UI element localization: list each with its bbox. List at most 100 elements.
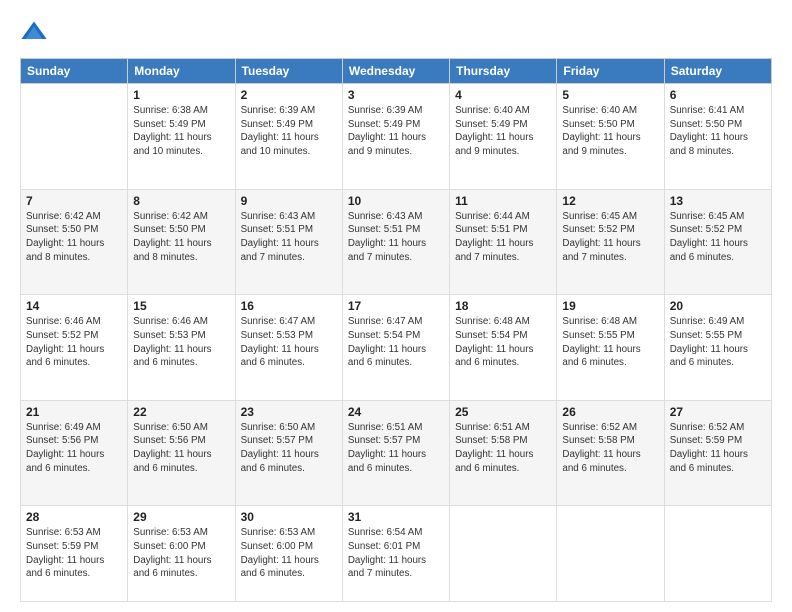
logo xyxy=(20,18,52,46)
day-number: 21 xyxy=(26,405,122,419)
calendar-cell: 20 Sunrise: 6:49 AMSunset: 5:55 PMDayligh… xyxy=(664,295,771,401)
generalblue-icon xyxy=(20,18,48,46)
cell-info: Sunrise: 6:51 AMSunset: 5:57 PMDaylight:… xyxy=(348,421,444,476)
day-number: 2 xyxy=(241,88,337,102)
calendar-cell: 2 Sunrise: 6:39 AMSunset: 5:49 PMDaylight… xyxy=(235,84,342,190)
cell-info: Sunrise: 6:39 AMSunset: 5:49 PMDaylight:… xyxy=(348,104,444,159)
cell-info: Sunrise: 6:49 AMSunset: 5:55 PMDaylight:… xyxy=(670,315,766,370)
calendar-cell: 14Sunrise: 6:46 AMSunset: 5:52 PMDayligh… xyxy=(21,295,128,401)
calendar-cell: 24Sunrise: 6:51 AMSunset: 5:57 PMDayligh… xyxy=(342,400,449,506)
day-number: 31 xyxy=(348,510,444,524)
day-number: 16 xyxy=(241,299,337,313)
day-number: 25 xyxy=(455,405,551,419)
calendar-cell: 19Sunrise: 6:48 AMSunset: 5:55 PMDayligh… xyxy=(557,295,664,401)
weekday-header-monday: Monday xyxy=(128,59,235,84)
cell-info: Sunrise: 6:39 AMSunset: 5:49 PMDaylight:… xyxy=(241,104,337,159)
day-number: 4 xyxy=(455,88,551,102)
calendar: SundayMondayTuesdayWednesdayThursdayFrid… xyxy=(20,58,772,602)
calendar-week-5: 28Sunrise: 6:53 AMSunset: 5:59 PMDayligh… xyxy=(21,506,772,602)
calendar-cell: 16Sunrise: 6:47 AMSunset: 5:53 PMDayligh… xyxy=(235,295,342,401)
cell-info: Sunrise: 6:42 AMSunset: 5:50 PMDaylight:… xyxy=(133,210,229,265)
cell-info: Sunrise: 6:52 AMSunset: 5:59 PMDaylight:… xyxy=(670,421,766,476)
cell-info: Sunrise: 6:40 AMSunset: 5:50 PMDaylight:… xyxy=(562,104,658,159)
calendar-cell xyxy=(450,506,557,602)
cell-info: Sunrise: 6:53 AMSunset: 5:59 PMDaylight:… xyxy=(26,526,122,581)
weekday-header-tuesday: Tuesday xyxy=(235,59,342,84)
calendar-cell: 21 Sunrise: 6:49 AMSunset: 5:56 PMDayligh… xyxy=(21,400,128,506)
cell-info: Sunrise: 6:50 AMSunset: 5:57 PMDaylight:… xyxy=(241,421,337,476)
day-number: 12 xyxy=(562,194,658,208)
cell-info: Sunrise: 6:38 AMSunset: 5:49 PMDaylight:… xyxy=(133,104,229,159)
calendar-cell: 15 Sunrise: 6:46 AMSunset: 5:53 PMDayligh… xyxy=(128,295,235,401)
calendar-cell: 29Sunrise: 6:53 AMSunset: 6:00 PMDayligh… xyxy=(128,506,235,602)
day-number: 30 xyxy=(241,510,337,524)
calendar-cell: 26 Sunrise: 6:52 AMSunset: 5:58 PMDayligh… xyxy=(557,400,664,506)
day-number: 7 xyxy=(26,194,122,208)
calendar-cell: 25 Sunrise: 6:51 AMSunset: 5:58 PMDayligh… xyxy=(450,400,557,506)
day-number: 6 xyxy=(670,88,766,102)
calendar-cell: 13 Sunrise: 6:45 AMSunset: 5:52 PMDayligh… xyxy=(664,189,771,295)
calendar-cell: 1Sunrise: 6:38 AMSunset: 5:49 PMDaylight… xyxy=(128,84,235,190)
calendar-cell xyxy=(557,506,664,602)
calendar-cell: 28Sunrise: 6:53 AMSunset: 5:59 PMDayligh… xyxy=(21,506,128,602)
day-number: 5 xyxy=(562,88,658,102)
cell-info: Sunrise: 6:48 AMSunset: 5:54 PMDaylight:… xyxy=(455,315,551,370)
calendar-cell: 10 Sunrise: 6:43 AMSunset: 5:51 PMDayligh… xyxy=(342,189,449,295)
day-number: 23 xyxy=(241,405,337,419)
cell-info: Sunrise: 6:42 AMSunset: 5:50 PMDaylight:… xyxy=(26,210,122,265)
cell-info: Sunrise: 6:50 AMSunset: 5:56 PMDaylight:… xyxy=(133,421,229,476)
weekday-header-sunday: Sunday xyxy=(21,59,128,84)
calendar-week-2: 7 Sunrise: 6:42 AMSunset: 5:50 PMDaylight… xyxy=(21,189,772,295)
calendar-cell: 30 Sunrise: 6:53 AMSunset: 6:00 PMDayligh… xyxy=(235,506,342,602)
page: SundayMondayTuesdayWednesdayThursdayFrid… xyxy=(0,0,792,612)
day-number: 20 xyxy=(670,299,766,313)
calendar-cell xyxy=(21,84,128,190)
calendar-cell: 22 Sunrise: 6:50 AMSunset: 5:56 PMDayligh… xyxy=(128,400,235,506)
calendar-cell: 12 Sunrise: 6:45 AMSunset: 5:52 PMDayligh… xyxy=(557,189,664,295)
day-number: 11 xyxy=(455,194,551,208)
cell-info: Sunrise: 6:40 AMSunset: 5:49 PMDaylight:… xyxy=(455,104,551,159)
calendar-cell: 6Sunrise: 6:41 AMSunset: 5:50 PMDaylight… xyxy=(664,84,771,190)
day-number: 26 xyxy=(562,405,658,419)
cell-info: Sunrise: 6:53 AMSunset: 6:00 PMDaylight:… xyxy=(133,526,229,581)
day-number: 15 xyxy=(133,299,229,313)
calendar-cell xyxy=(664,506,771,602)
cell-info: Sunrise: 6:46 AMSunset: 5:53 PMDaylight:… xyxy=(133,315,229,370)
calendar-cell: 18 Sunrise: 6:48 AMSunset: 5:54 PMDayligh… xyxy=(450,295,557,401)
calendar-cell: 9Sunrise: 6:43 AMSunset: 5:51 PMDaylight… xyxy=(235,189,342,295)
calendar-cell: 31Sunrise: 6:54 AMSunset: 6:01 PMDayligh… xyxy=(342,506,449,602)
day-number: 18 xyxy=(455,299,551,313)
cell-info: Sunrise: 6:51 AMSunset: 5:58 PMDaylight:… xyxy=(455,421,551,476)
cell-info: Sunrise: 6:43 AMSunset: 5:51 PMDaylight:… xyxy=(348,210,444,265)
cell-info: Sunrise: 6:45 AMSunset: 5:52 PMDaylight:… xyxy=(562,210,658,265)
cell-info: Sunrise: 6:52 AMSunset: 5:58 PMDaylight:… xyxy=(562,421,658,476)
calendar-cell: 8 Sunrise: 6:42 AMSunset: 5:50 PMDaylight… xyxy=(128,189,235,295)
cell-info: Sunrise: 6:45 AMSunset: 5:52 PMDaylight:… xyxy=(670,210,766,265)
weekday-header-saturday: Saturday xyxy=(664,59,771,84)
cell-info: Sunrise: 6:46 AMSunset: 5:52 PMDaylight:… xyxy=(26,315,122,370)
header xyxy=(20,18,772,46)
calendar-week-3: 14Sunrise: 6:46 AMSunset: 5:52 PMDayligh… xyxy=(21,295,772,401)
day-number: 19 xyxy=(562,299,658,313)
calendar-cell: 27 Sunrise: 6:52 AMSunset: 5:59 PMDayligh… xyxy=(664,400,771,506)
day-number: 8 xyxy=(133,194,229,208)
day-number: 13 xyxy=(670,194,766,208)
day-number: 10 xyxy=(348,194,444,208)
calendar-cell: 11Sunrise: 6:44 AMSunset: 5:51 PMDayligh… xyxy=(450,189,557,295)
calendar-week-1: 1Sunrise: 6:38 AMSunset: 5:49 PMDaylight… xyxy=(21,84,772,190)
calendar-week-4: 21 Sunrise: 6:49 AMSunset: 5:56 PMDayligh… xyxy=(21,400,772,506)
day-number: 17 xyxy=(348,299,444,313)
day-number: 22 xyxy=(133,405,229,419)
cell-info: Sunrise: 6:47 AMSunset: 5:54 PMDaylight:… xyxy=(348,315,444,370)
calendar-cell: 3Sunrise: 6:39 AMSunset: 5:49 PMDaylight… xyxy=(342,84,449,190)
calendar-cell: 7 Sunrise: 6:42 AMSunset: 5:50 PMDaylight… xyxy=(21,189,128,295)
cell-info: Sunrise: 6:49 AMSunset: 5:56 PMDaylight:… xyxy=(26,421,122,476)
calendar-cell: 5 Sunrise: 6:40 AMSunset: 5:50 PMDaylight… xyxy=(557,84,664,190)
cell-info: Sunrise: 6:53 AMSunset: 6:00 PMDaylight:… xyxy=(241,526,337,581)
calendar-cell: 17 Sunrise: 6:47 AMSunset: 5:54 PMDayligh… xyxy=(342,295,449,401)
calendar-cell: 23 Sunrise: 6:50 AMSunset: 5:57 PMDayligh… xyxy=(235,400,342,506)
day-number: 27 xyxy=(670,405,766,419)
calendar-cell: 4 Sunrise: 6:40 AMSunset: 5:49 PMDaylight… xyxy=(450,84,557,190)
day-number: 9 xyxy=(241,194,337,208)
weekday-header-friday: Friday xyxy=(557,59,664,84)
